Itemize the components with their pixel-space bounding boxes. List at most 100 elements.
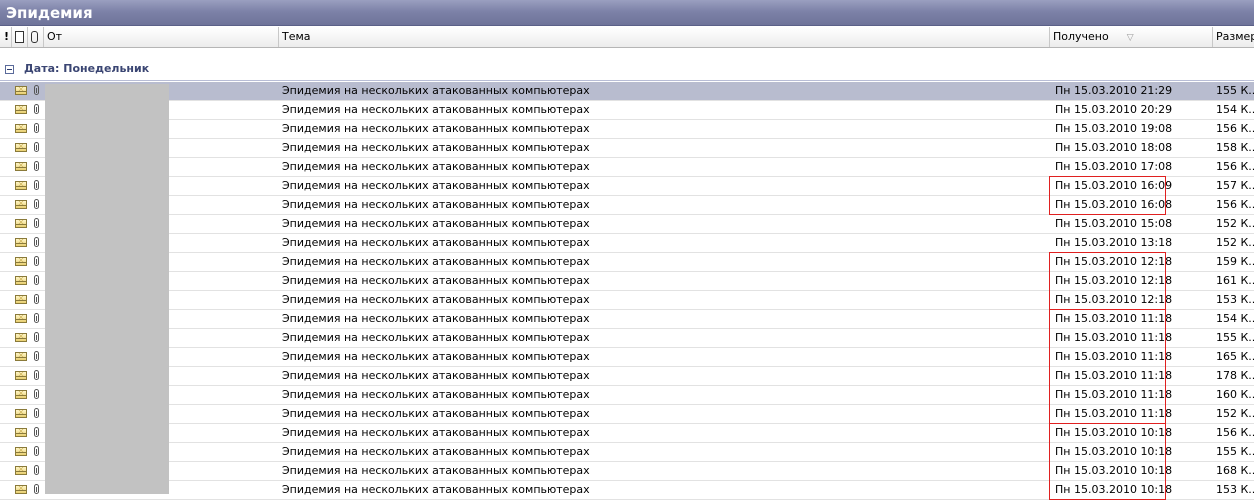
envelope-icon <box>15 238 27 247</box>
envelope-icon <box>15 257 27 266</box>
size-column-header[interactable]: Размер <box>1213 27 1254 47</box>
envelope-icon <box>15 295 27 304</box>
envelope-icon <box>15 352 27 361</box>
message-subject: Эпидемия на нескольких атакованных компь… <box>282 236 590 249</box>
envelope-icon <box>15 485 27 494</box>
envelope-icon <box>15 86 27 95</box>
received-highlight-box <box>1049 423 1166 500</box>
paperclip-icon <box>34 237 39 247</box>
table-row[interactable]: Эпидемия на нескольких атакованных компь… <box>0 82 1254 101</box>
message-subject: Эпидемия на нескольких атакованных компь… <box>282 331 590 344</box>
message-received: Пн 15.03.2010 15:08 <box>1055 217 1173 230</box>
subject-column-header[interactable]: Тема <box>279 27 1050 47</box>
importance-column-header[interactable]: ! <box>0 27 12 47</box>
paperclip-icon <box>34 294 39 304</box>
message-size: 155 К... <box>1216 331 1254 344</box>
message-size: 157 К... <box>1216 179 1254 192</box>
message-subject: Эпидемия на нескольких атакованных компь… <box>282 464 590 477</box>
message-subject: Эпидемия на нескольких атакованных компь… <box>282 160 590 173</box>
message-size: 152 К... <box>1216 236 1254 249</box>
paperclip-icon <box>34 218 39 228</box>
received-highlight-box <box>1049 309 1166 424</box>
message-subject: Эпидемия на нескольких атакованных компь… <box>282 255 590 268</box>
message-size: 153 К... <box>1216 293 1254 306</box>
envelope-icon <box>15 333 27 342</box>
envelope-icon <box>15 219 27 228</box>
column-header-bar: ! От Тема Получено ▽ Размер <box>0 27 1254 48</box>
message-subject: Эпидемия на нескольких атакованных компь… <box>282 179 590 192</box>
paperclip-icon <box>34 389 39 399</box>
envelope-icon <box>15 124 27 133</box>
message-size: 165 К... <box>1216 350 1254 363</box>
message-subject: Эпидемия на нескольких атакованных компь… <box>282 350 590 363</box>
message-size: 156 К... <box>1216 426 1254 439</box>
envelope-icon <box>15 314 27 323</box>
message-size: 160 К... <box>1216 388 1254 401</box>
collapse-group-icon[interactable] <box>5 65 14 74</box>
message-subject: Эпидемия на нескольких атакованных компь… <box>282 293 590 306</box>
table-row[interactable]: Эпидемия на нескольких атакованных компь… <box>0 139 1254 158</box>
received-highlight-box <box>1049 176 1166 215</box>
message-subject: Эпидемия на нескольких атакованных компь… <box>282 445 590 458</box>
envelope-icon <box>15 181 27 190</box>
envelope-icon <box>15 371 27 380</box>
received-column-label: Получено <box>1053 30 1109 43</box>
envelope-icon <box>15 409 27 418</box>
paperclip-icon <box>34 256 39 266</box>
attachment-column-header[interactable] <box>28 27 44 47</box>
paperclip-icon <box>31 31 38 43</box>
from-column-header[interactable]: От <box>44 27 279 47</box>
message-subject: Эпидемия на нескольких атакованных компь… <box>282 369 590 382</box>
paperclip-icon <box>34 275 39 285</box>
table-row[interactable]: Эпидемия на нескольких атакованных компь… <box>0 158 1254 177</box>
envelope-icon <box>15 200 27 209</box>
paperclip-icon <box>34 199 39 209</box>
envelope-icon <box>15 428 27 437</box>
message-subject: Эпидемия на нескольких атакованных компь… <box>282 426 590 439</box>
envelope-icon <box>15 143 27 152</box>
message-subject: Эпидемия на нескольких атакованных компь… <box>282 274 590 287</box>
envelope-icon <box>15 162 27 171</box>
type-column-header[interactable] <box>12 27 28 47</box>
paperclip-icon <box>34 180 39 190</box>
message-size: 178 К... <box>1216 369 1254 382</box>
message-size: 156 К... <box>1216 198 1254 211</box>
paperclip-icon <box>34 161 39 171</box>
message-received: Пн 15.03.2010 13:18 <box>1055 236 1173 249</box>
table-row[interactable]: Эпидемия на нескольких атакованных компь… <box>0 215 1254 234</box>
paperclip-icon <box>34 408 39 418</box>
paperclip-icon <box>34 465 39 475</box>
message-size: 156 К... <box>1216 160 1254 173</box>
message-subject: Эпидемия на нескольких атакованных компь… <box>282 198 590 211</box>
received-highlight-box <box>1049 252 1166 310</box>
paperclip-icon <box>34 123 39 133</box>
received-column-header[interactable]: Получено ▽ <box>1050 27 1213 47</box>
table-row[interactable]: Эпидемия на нескольких атакованных компь… <box>0 120 1254 139</box>
message-size: 153 К... <box>1216 483 1254 496</box>
message-size: 159 К... <box>1216 255 1254 268</box>
paperclip-icon <box>34 85 39 95</box>
message-size: 152 К... <box>1216 407 1254 420</box>
message-size: 155 К... <box>1216 84 1254 97</box>
message-size: 154 К... <box>1216 103 1254 116</box>
message-received: Пн 15.03.2010 21:29 <box>1055 84 1173 97</box>
envelope-icon <box>15 466 27 475</box>
message-size: 168 К... <box>1216 464 1254 477</box>
sort-descending-icon: ▽ <box>1126 33 1134 43</box>
document-icon <box>15 31 24 43</box>
paperclip-icon <box>34 332 39 342</box>
paperclip-icon <box>34 370 39 380</box>
message-size: 158 К... <box>1216 141 1254 154</box>
message-subject: Эпидемия на нескольких атакованных компь… <box>282 122 590 135</box>
table-row[interactable]: Эпидемия на нескольких атакованных компь… <box>0 101 1254 120</box>
envelope-icon <box>15 105 27 114</box>
table-row[interactable]: Эпидемия на нескольких атакованных компь… <box>0 234 1254 253</box>
group-header-monday[interactable]: Дата: Понедельник <box>0 60 1254 81</box>
envelope-icon <box>15 447 27 456</box>
message-received: Пн 15.03.2010 17:08 <box>1055 160 1173 173</box>
message-subject: Эпидемия на нескольких атакованных компь… <box>282 141 590 154</box>
message-subject: Эпидемия на нескольких атакованных компь… <box>282 483 590 496</box>
paperclip-icon <box>34 446 39 456</box>
message-size: 152 К... <box>1216 217 1254 230</box>
group-label: Дата: Понедельник <box>24 62 150 75</box>
